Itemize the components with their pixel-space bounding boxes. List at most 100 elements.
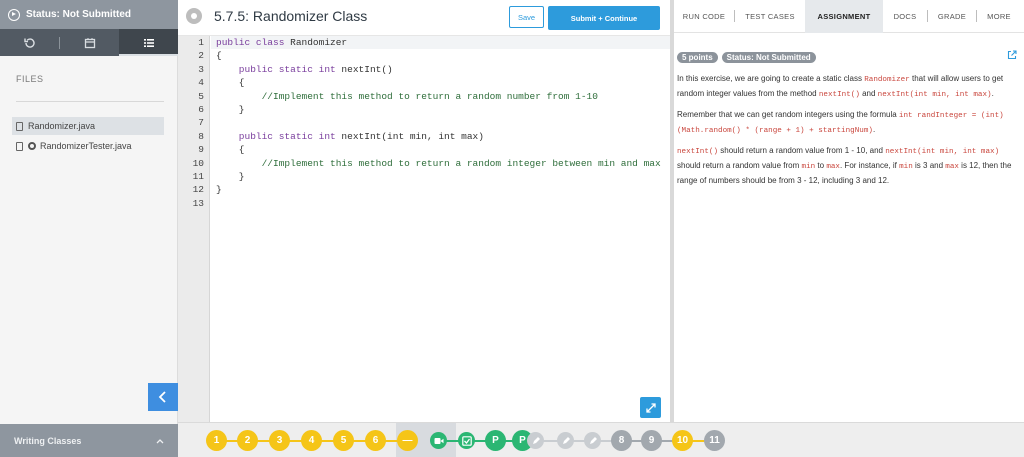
- file-icon: [16, 121, 23, 131]
- panel-resize-handle[interactable]: [670, 0, 674, 422]
- progress-step-12[interactable]: [527, 432, 544, 449]
- step-label: 9: [648, 435, 655, 446]
- code-line: public class Randomizer: [216, 37, 347, 48]
- file-name: RandomizerTester.java: [40, 141, 132, 151]
- progress-step-16[interactable]: 9: [641, 430, 662, 451]
- line-number: 13: [192, 197, 204, 209]
- tab-test-cases[interactable]: TEST CASES: [735, 0, 805, 33]
- step-label: 3: [276, 435, 283, 446]
- code-text: Randomizer: [284, 37, 348, 48]
- line-number: 3: [198, 63, 204, 75]
- code-keyword: public class: [216, 37, 285, 48]
- video-icon: [434, 437, 444, 445]
- code-line: {: [216, 77, 245, 89]
- files-heading: FILES: [16, 74, 44, 84]
- code-text: nextInt(int min, int max): [335, 130, 484, 142]
- line-number: 8: [198, 130, 204, 142]
- inline-code: max: [826, 163, 840, 171]
- inline-code: nextInt(): [818, 91, 860, 99]
- file-icon: [16, 141, 23, 151]
- lesson-progress-bar: 1 2 3 4 5 6 — P P 8 9 10 11: [178, 422, 1024, 457]
- progress-step-7[interactable]: —: [397, 430, 418, 451]
- code-text: nextInt(): [335, 63, 393, 75]
- tab-calendar[interactable]: [60, 29, 119, 56]
- tab-docs[interactable]: DOCS: [883, 0, 927, 33]
- line-number: 4: [198, 77, 204, 89]
- progress-step-4[interactable]: 4: [301, 430, 322, 451]
- progress-step-17[interactable]: 10: [672, 430, 693, 451]
- inline-code: nextInt(int min, int max): [885, 148, 1000, 156]
- list-icon: [143, 38, 154, 47]
- step-label: P: [519, 435, 526, 446]
- text: is 3 and: [912, 161, 946, 170]
- code-line: {: [216, 50, 222, 62]
- progress-step-13[interactable]: [557, 432, 574, 449]
- submit-continue-button[interactable]: Submit + Continue: [548, 6, 660, 30]
- tab-history[interactable]: [0, 29, 59, 56]
- tab-run-code[interactable]: RUN CODE: [674, 0, 734, 33]
- settings-gear-icon[interactable]: [186, 8, 202, 24]
- step-label: 10: [676, 435, 689, 446]
- text: should return a random value from 1 - 10…: [718, 146, 886, 155]
- play-circle-icon: [8, 8, 20, 21]
- assignment-paragraph-3: nextInt() should return a random value f…: [677, 144, 1022, 187]
- text: should return a random value from: [677, 161, 802, 170]
- lesson-label: Writing Classes: [14, 435, 82, 446]
- line-number: 11: [192, 171, 204, 182]
- text: . For instance, if: [839, 161, 900, 170]
- progress-step-8[interactable]: [430, 432, 447, 449]
- save-button[interactable]: Save: [509, 6, 544, 28]
- expand-editor-button[interactable]: [640, 397, 661, 418]
- inline-code: nextInt(): [677, 148, 719, 156]
- step-label: 6: [372, 435, 379, 446]
- step-label: —: [402, 435, 413, 446]
- progress-step-18[interactable]: 11: [704, 430, 725, 451]
- code-line: }: [216, 184, 222, 196]
- history-icon: [23, 37, 35, 48]
- text: to: [815, 161, 827, 170]
- chevron-up-icon: [156, 438, 164, 443]
- step-label: 2: [244, 435, 251, 446]
- progress-step-14[interactable]: [584, 432, 601, 449]
- expand-icon: [645, 402, 656, 413]
- sidebar: Status: Not Submitted FILES Randomizer.j…: [0, 0, 178, 457]
- progress-step-5[interactable]: 5: [333, 430, 354, 451]
- code-line: //Implement this method to return a rand…: [216, 91, 598, 102]
- line-number: 6: [198, 104, 204, 115]
- status-bar[interactable]: Status: Not Submitted: [0, 0, 178, 29]
- assignment-content: 5 points Status: Not Submitted In this e…: [677, 50, 1022, 187]
- points-badge: 5 points: [677, 51, 718, 63]
- file-name: Randomizer.java: [28, 121, 96, 131]
- text: and: [859, 89, 878, 98]
- text: .: [872, 125, 876, 134]
- chevron-left-icon: [158, 391, 166, 403]
- line-number: 9: [198, 144, 204, 156]
- editor-header: 5.7.5: Randomizer Class Save Submit + Co…: [178, 0, 671, 36]
- status-badge: Status: Not Submitted: [721, 51, 816, 63]
- file-item-randomizer-tester[interactable]: RandomizerTester.java: [12, 137, 164, 155]
- external-link-icon[interactable]: [1007, 50, 1017, 60]
- code-line: public static int nextInt(): [216, 64, 393, 75]
- progress-step-6[interactable]: 6: [365, 430, 386, 451]
- collapse-sidebar-button[interactable]: [148, 383, 178, 411]
- inline-code: min: [899, 163, 913, 171]
- progress-step-9[interactable]: [458, 432, 475, 449]
- tab-files[interactable]: [119, 29, 178, 56]
- line-number: 1: [198, 37, 204, 48]
- progress-step-1[interactable]: 1: [206, 430, 227, 451]
- line-number: 12: [192, 184, 204, 196]
- progress-step-10[interactable]: P: [485, 430, 506, 451]
- lesson-selector[interactable]: Writing Classes: [0, 424, 178, 457]
- tab-grade[interactable]: GRADE: [928, 0, 976, 33]
- file-item-randomizer[interactable]: Randomizer.java: [12, 117, 164, 135]
- exercise-title: 5.7.5: Randomizer Class: [214, 8, 368, 24]
- code-line: public static int nextInt(int min, int m…: [216, 131, 484, 142]
- tab-assignment[interactable]: ASSIGNMENT: [805, 0, 883, 33]
- code-editor[interactable]: public class Randomizer { public static i…: [211, 36, 671, 422]
- progress-step-3[interactable]: 3: [269, 430, 290, 451]
- tab-more[interactable]: MORE: [977, 0, 1021, 33]
- progress-step-15[interactable]: 8: [611, 430, 632, 451]
- gear-icon: [28, 142, 36, 150]
- progress-step-2[interactable]: 2: [237, 430, 258, 451]
- code-comment: //Implement this method to return a rand…: [216, 90, 598, 102]
